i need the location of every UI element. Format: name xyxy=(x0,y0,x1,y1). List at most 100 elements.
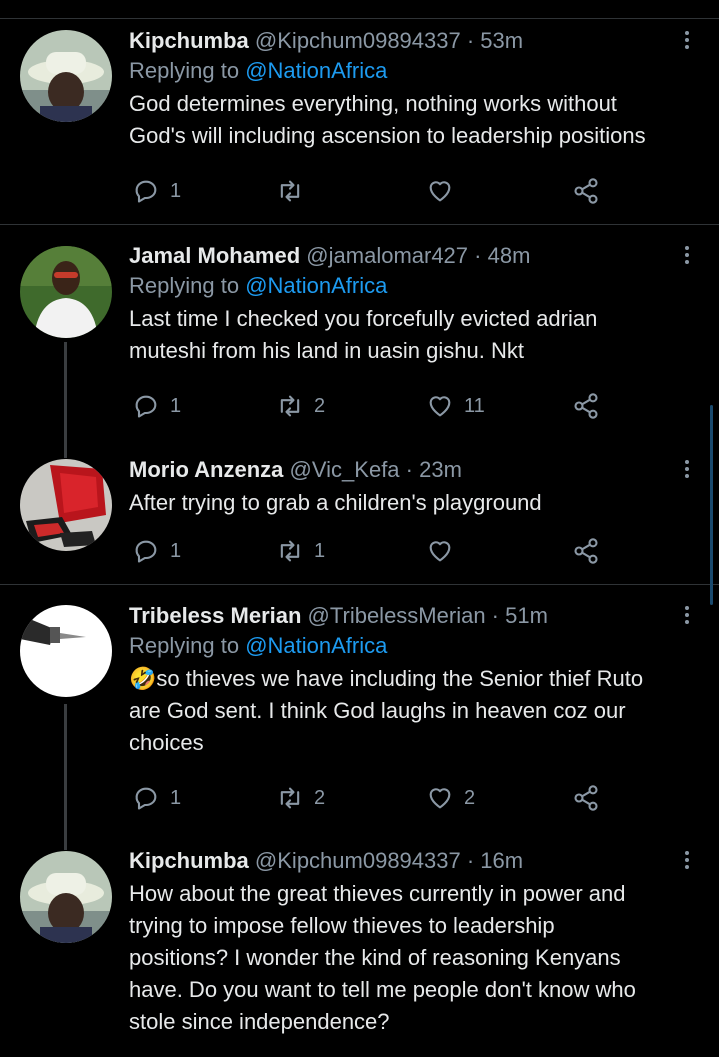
display-name[interactable]: Kipchumba xyxy=(129,848,249,873)
user-handle[interactable]: @Vic_Kefa xyxy=(290,457,400,482)
tweet-header: Morio Anzenza @Vic_Kefa · 23m xyxy=(129,455,695,485)
avatar[interactable] xyxy=(20,30,112,122)
more-options-icon[interactable] xyxy=(677,848,697,874)
separator-dot: · xyxy=(460,28,481,53)
avatar[interactable] xyxy=(20,605,112,697)
tweet-actions: 1 2 11 xyxy=(132,390,602,422)
tweet-body[interactable]: Jamal Mohamed @jamalomar427 · 48m Replyi… xyxy=(129,241,695,367)
retweet-count: 2 xyxy=(314,394,326,417)
tweet-header: Kipchumba @Kipchum09894337 · 16m xyxy=(129,846,695,876)
tweet-text-line: God's will including ascension to leader… xyxy=(129,123,646,148)
replying-label: Replying to xyxy=(129,58,240,83)
retweet-icon xyxy=(280,180,300,202)
like-count: 11 xyxy=(464,394,485,417)
mention-link[interactable]: @NationAfrica xyxy=(245,633,387,658)
display-name[interactable]: Tribeless Merian xyxy=(129,603,301,628)
share-icon xyxy=(574,178,598,204)
top-divider xyxy=(0,18,719,19)
tweet-body[interactable]: Kipchumba @Kipchum09894337 · 16m How abo… xyxy=(129,846,695,1038)
timestamp[interactable]: 51m xyxy=(505,603,548,628)
reply-count: 1 xyxy=(170,786,182,809)
tweet-body[interactable]: Kipchumba @Kipchum09894337 · 53m Replyin… xyxy=(129,26,695,152)
tweet-text-line: have. Do you want to tell me people don'… xyxy=(129,977,636,1002)
tweet-divider xyxy=(0,224,719,225)
more-options-icon[interactable] xyxy=(677,457,697,483)
reply-icon xyxy=(135,395,157,418)
tweet-header: Kipchumba @Kipchum09894337 · 53m xyxy=(129,26,695,56)
user-handle[interactable]: @Kipchum09894337 xyxy=(255,28,461,53)
reply-button[interactable]: 1 xyxy=(132,390,181,422)
user-handle[interactable]: @Kipchum09894337 xyxy=(255,848,461,873)
tweet-text-line: Last time I checked you forcefully evict… xyxy=(129,306,598,331)
separator-dot: · xyxy=(485,603,506,628)
tweet-actions: 1 1 xyxy=(132,535,602,567)
tweet-text: How about the great thieves currently in… xyxy=(129,878,695,1038)
mention-link[interactable]: @NationAfrica xyxy=(245,58,387,83)
retweet-icon xyxy=(280,787,300,809)
separator-dot: · xyxy=(460,848,481,873)
heart-icon xyxy=(429,181,451,202)
like-button[interactable]: 11 xyxy=(426,390,485,422)
tweet-text-line: 🤣so thieves we have including the Senior… xyxy=(129,666,644,691)
more-options-icon[interactable] xyxy=(677,28,697,54)
timestamp[interactable]: 53m xyxy=(480,28,523,53)
share-button[interactable] xyxy=(572,175,600,207)
retweet-count: 2 xyxy=(314,786,326,809)
tweet-body[interactable]: Morio Anzenza @Vic_Kefa · 23m After tryi… xyxy=(129,455,695,519)
tweet-text-line: God determines everything, nothing works… xyxy=(129,91,617,116)
tweet-text-line: stole since independence? xyxy=(129,1009,390,1034)
more-options-icon[interactable] xyxy=(677,243,697,269)
timestamp[interactable]: 23m xyxy=(419,457,462,482)
tweet-text-line: How about the great thieves currently in… xyxy=(129,881,626,906)
mention-link[interactable]: @NationAfrica xyxy=(245,273,387,298)
heart-icon xyxy=(429,396,451,417)
display-name[interactable]: Kipchumba xyxy=(129,28,249,53)
retweet-count: 1 xyxy=(314,539,326,562)
user-handle[interactable]: @jamalomar427 xyxy=(306,243,468,268)
like-button[interactable] xyxy=(426,175,464,207)
tweet-actions: 1 2 2 xyxy=(132,782,602,814)
share-icon xyxy=(574,393,598,419)
like-count: 2 xyxy=(464,786,476,809)
tweet-text-line: trying to impose fellow thieves to leade… xyxy=(129,913,555,938)
retweet-button[interactable]: 2 xyxy=(276,782,325,814)
share-button[interactable] xyxy=(572,782,600,814)
reply-icon xyxy=(135,540,157,563)
tweet-text: Last time I checked you forcefully evict… xyxy=(129,303,695,367)
display-name[interactable]: Jamal Mohamed xyxy=(129,243,300,268)
share-button[interactable] xyxy=(572,390,600,422)
user-handle[interactable]: @TribelessMerian xyxy=(308,603,486,628)
tweet-text-line: After trying to grab a children's playgr… xyxy=(129,490,542,515)
avatar[interactable] xyxy=(20,459,112,551)
timestamp[interactable]: 48m xyxy=(488,243,531,268)
heart-icon xyxy=(429,541,451,562)
like-button[interactable]: 2 xyxy=(426,782,475,814)
tweet-actions: 1 xyxy=(132,175,602,207)
share-button[interactable] xyxy=(572,535,600,567)
heart-icon xyxy=(429,788,451,809)
more-options-icon[interactable] xyxy=(677,603,697,629)
avatar[interactable] xyxy=(20,246,112,338)
tweet-text: God determines everything, nothing works… xyxy=(129,88,695,152)
like-button[interactable] xyxy=(426,535,464,567)
tweet-body[interactable]: Tribeless Merian @TribelessMerian · 51m … xyxy=(129,601,695,759)
replying-label: Replying to xyxy=(129,633,240,658)
retweet-button[interactable]: 2 xyxy=(276,390,325,422)
reply-count: 1 xyxy=(170,394,182,417)
retweet-icon xyxy=(280,540,300,562)
thread-connector xyxy=(64,704,67,850)
reply-button[interactable]: 1 xyxy=(132,782,181,814)
display-name[interactable]: Morio Anzenza xyxy=(129,457,283,482)
tweet-divider xyxy=(0,584,719,585)
retweet-button[interactable] xyxy=(276,175,314,207)
reply-button[interactable]: 1 xyxy=(132,535,181,567)
scrollbar[interactable] xyxy=(710,405,713,605)
share-icon xyxy=(574,538,598,564)
reply-count: 1 xyxy=(170,539,182,562)
replying-to: Replying to @NationAfrica xyxy=(129,56,695,86)
replying-label: Replying to xyxy=(129,273,240,298)
reply-button[interactable]: 1 xyxy=(132,175,181,207)
avatar[interactable] xyxy=(20,851,112,943)
retweet-button[interactable]: 1 xyxy=(276,535,325,567)
timestamp[interactable]: 16m xyxy=(480,848,523,873)
